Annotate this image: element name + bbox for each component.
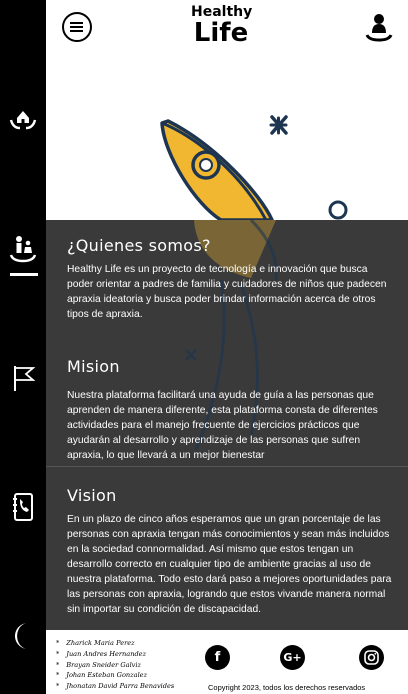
mission-text: Nuestra plataforma facilitará una ayuda … bbox=[67, 390, 378, 461]
footer: Zharick Maria Perez Juan Andres Hernande… bbox=[46, 630, 408, 694]
credit-item: Zharick Maria Perez bbox=[56, 638, 174, 649]
mission-section: Mision Nuestra plataforma facilitará una… bbox=[46, 357, 408, 463]
about-text: Healthy Life es un proyecto de tecnologí… bbox=[67, 264, 387, 320]
credit-item: Jhonatan David Parra Benavides bbox=[56, 681, 174, 692]
hamburger-menu-icon[interactable] bbox=[62, 12, 92, 42]
facebook-icon[interactable]: f bbox=[205, 645, 230, 670]
credit-item: Juan Andres Hernandez bbox=[56, 649, 174, 660]
rocket-illustration bbox=[160, 115, 348, 220]
top-header: Healthy Life bbox=[46, 0, 408, 55]
mission-title: Mision bbox=[67, 357, 120, 376]
credit-item: Brayan Sneider Galviz bbox=[56, 660, 174, 671]
google-plus-icon[interactable]: G+ bbox=[280, 645, 305, 670]
about-title: ¿Quienes somos? bbox=[67, 236, 211, 255]
about-section: ¿Quienes somos? Healthy Life es un proye… bbox=[46, 236, 408, 322]
section-divider bbox=[46, 466, 408, 467]
vision-section: Vision En un plazo de cinco años esperam… bbox=[46, 486, 408, 617]
app-logo[interactable]: Healthy Life bbox=[191, 4, 253, 48]
family-icon[interactable] bbox=[7, 233, 39, 265]
info-panel: ¿Quienes somos? Healthy Life es un proye… bbox=[46, 220, 408, 630]
facebook-glyph: f bbox=[214, 650, 221, 665]
vision-text: En un plazo de cinco años esperamos que … bbox=[67, 514, 392, 615]
credit-item: Johan Esteban Gonzalez bbox=[56, 670, 174, 681]
logo-line2: Life bbox=[193, 18, 249, 48]
moon-icon[interactable] bbox=[7, 620, 39, 652]
user-profile-icon[interactable] bbox=[364, 12, 394, 42]
contact-book-icon[interactable] bbox=[7, 491, 39, 523]
logo-line1: Healthy bbox=[191, 4, 253, 20]
sidebar-nav bbox=[0, 0, 46, 694]
home-icon[interactable] bbox=[7, 102, 39, 134]
hero-illustration bbox=[46, 55, 408, 220]
google-plus-glyph: G+ bbox=[283, 651, 302, 664]
vision-title: Vision bbox=[67, 486, 117, 505]
instagram-icon[interactable] bbox=[359, 645, 384, 670]
credits-list: Zharick Maria Perez Juan Andres Hernande… bbox=[56, 638, 174, 692]
copyright-text: Copyright 2023, todos los derechos reser… bbox=[208, 683, 366, 692]
flag-icon[interactable] bbox=[7, 362, 39, 394]
active-indicator bbox=[10, 273, 38, 276]
